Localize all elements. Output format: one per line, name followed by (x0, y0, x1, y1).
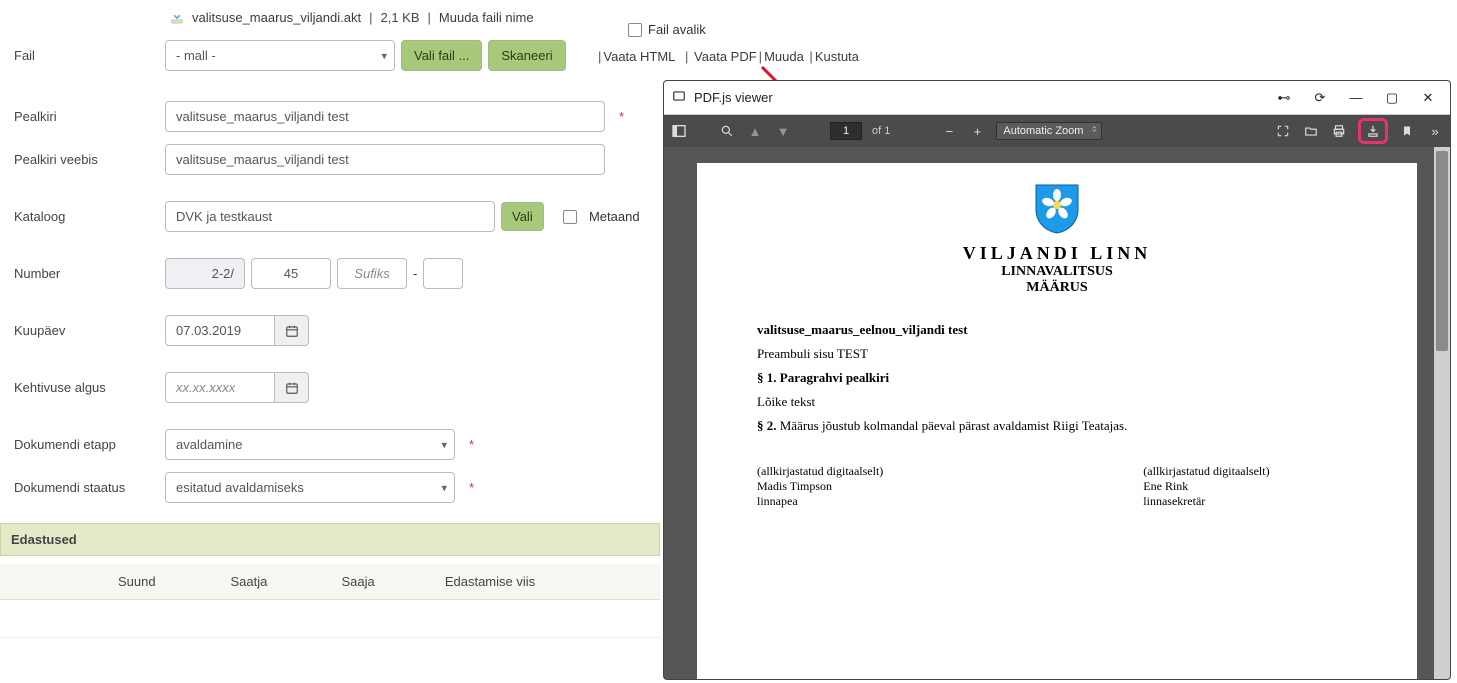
col-saatja: Saatja (222, 564, 333, 600)
separator: | (759, 49, 762, 64)
sig2-line2: Ene Rink (1143, 479, 1269, 494)
signature-right: (allkirjastatud digitaalselt) Ene Rink l… (1143, 464, 1269, 509)
page-number-input[interactable] (830, 122, 862, 140)
edastused-table: Suund Saatja Saaja Edastamise viis (0, 564, 660, 638)
doc-preamble: Preambuli sisu TEST (757, 346, 1357, 362)
doc-heading-1: VILJANDI LINN (757, 243, 1357, 264)
page-up-icon[interactable]: ▲ (746, 122, 764, 140)
download-icon[interactable] (1364, 122, 1382, 140)
page-count-text: of 1 (872, 125, 890, 137)
separator (677, 49, 681, 64)
sig1-line2: Madis Timpson (757, 479, 883, 494)
zoom-out-icon[interactable]: − (940, 122, 958, 140)
delete-link[interactable]: Kustuta (815, 49, 859, 64)
view-pdf-link[interactable]: Vaata PDF (694, 49, 757, 64)
number-value-input[interactable] (251, 258, 331, 289)
label-fail: Fail (0, 48, 165, 63)
window-minimize-button[interactable]: — (1342, 88, 1370, 108)
view-pdf-link-highlight: | Vaata PDF (683, 49, 757, 64)
scan-button[interactable]: Skaneeri (488, 40, 565, 71)
web-title-input[interactable] (165, 144, 605, 175)
catalog-pick-button[interactable]: Vali (501, 202, 544, 231)
doc-p2-text: Määrus jõustub kolmandal päeval pärast a… (777, 418, 1128, 433)
window-maximize-button[interactable]: ▢ (1378, 88, 1406, 108)
doc-title: valitsuse_maarus_eelnou_viljandi test (757, 322, 1357, 338)
sig1-line1: (allkirjastatud digitaalselt) (757, 464, 883, 479)
label-pealkiri-veebis: Pealkiri veebis (0, 152, 165, 167)
pdf-vertical-scrollbar[interactable] (1434, 147, 1450, 679)
catalog-input[interactable] (165, 201, 495, 232)
number-prefix-input[interactable] (165, 258, 245, 289)
window-pin-icon[interactable]: ⊷ (1270, 88, 1298, 108)
tools-menu-icon[interactable]: » (1426, 122, 1444, 140)
doc-heading-2: LINNAVALITSUS (757, 264, 1357, 280)
doc-loike: Lõike tekst (757, 394, 1357, 410)
validity-start-input[interactable] (165, 372, 275, 403)
label-kehtivuse-algus: Kehtivuse algus (0, 380, 165, 395)
page-down-icon[interactable]: ▼ (774, 122, 792, 140)
date-input[interactable] (165, 315, 275, 346)
number-dash: - (413, 266, 417, 281)
open-file-icon[interactable] (1302, 122, 1320, 140)
zoom-select[interactable]: Automatic Zoom (996, 122, 1102, 140)
validity-date-picker-button[interactable] (275, 372, 309, 403)
print-icon[interactable] (1330, 122, 1348, 140)
required-marker: * (469, 437, 474, 452)
crest-icon (757, 183, 1357, 235)
section-edastused: Edastused (0, 523, 660, 556)
metaand-label: Metaand (589, 209, 640, 224)
signature-row: (allkirjastatud digitaalselt) Madis Timp… (757, 464, 1357, 509)
pdf-page: VILJANDI LINN LINNAVALITSUS MÄÄRUS valit… (697, 163, 1417, 679)
col-saaja: Saaja (333, 564, 436, 600)
document-form: Fail - mall - Vali fail ... Skaneeri Pea… (0, 0, 660, 638)
choose-file-button[interactable]: Vali fail ... (401, 40, 482, 71)
doc-paragraph-1: § 1. Paragrahvi pealkiri (757, 370, 1357, 386)
zoom-in-icon[interactable]: + (968, 122, 986, 140)
col-viis: Edastamise viis (437, 564, 660, 600)
title-input[interactable] (165, 101, 605, 132)
separator: | (685, 49, 688, 64)
signature-left: (allkirjastatud digitaalselt) Madis Timp… (757, 464, 883, 509)
sig1-line3: linnapea (757, 494, 883, 509)
search-icon[interactable] (718, 122, 736, 140)
window-app-icon (672, 89, 686, 106)
label-kuupaev: Kuupäev (0, 323, 165, 338)
label-dok-staatus: Dokumendi staatus (0, 480, 165, 496)
label-number: Number (0, 266, 165, 281)
sig2-line1: (allkirjastatud digitaalselt) (1143, 464, 1269, 479)
bookmark-icon[interactable] (1398, 122, 1416, 140)
doc-paragraph-2: § 2. Määrus jõustub kolmandal päeval pär… (757, 418, 1357, 434)
sig2-line3: linnasekretär (1143, 494, 1269, 509)
edit-link[interactable]: Muuda (764, 49, 804, 64)
document-status-select[interactable]: esitatud avaldamiseks (165, 472, 455, 503)
window-title: PDF.js viewer (694, 90, 1262, 105)
window-titlebar: PDF.js viewer ⊷ ⟳ — ▢ ✕ (664, 81, 1450, 115)
presentation-icon[interactable] (1274, 122, 1292, 140)
doc-heading-3: MÄÄRUS (757, 280, 1357, 296)
document-stage-select[interactable]: avaldamine (165, 429, 455, 460)
metaand-checkbox[interactable] (563, 210, 577, 224)
pdf-viewer-window: PDF.js viewer ⊷ ⟳ — ▢ ✕ ▲ ▼ of 1 − + Aut… (663, 80, 1451, 680)
template-select[interactable]: - mall - (165, 40, 395, 71)
label-dok-etapp: Dokumendi etapp (0, 437, 165, 452)
window-close-button[interactable]: ✕ (1414, 88, 1442, 108)
pdf-toolbar: ▲ ▼ of 1 − + Automatic Zoom » (664, 115, 1450, 147)
label-kataloog: Kataloog (0, 209, 165, 224)
required-marker: * (469, 480, 474, 495)
label-pealkiri: Pealkiri (0, 109, 165, 124)
scrollbar-thumb[interactable] (1436, 151, 1448, 351)
download-highlight (1358, 118, 1388, 144)
required-marker: * (619, 109, 624, 124)
calendar-icon (285, 324, 299, 338)
col-suund: Suund (110, 564, 222, 600)
number-suffix-input[interactable] (337, 258, 407, 289)
doc-p2-prefix: § 2. (757, 418, 777, 433)
sidebar-toggle-icon[interactable] (670, 122, 688, 140)
calendar-icon (285, 381, 299, 395)
date-picker-button[interactable] (275, 315, 309, 346)
pdf-canvas[interactable]: VILJANDI LINN LINNAVALITSUS MÄÄRUS valit… (664, 147, 1450, 679)
window-refresh-icon[interactable]: ⟳ (1306, 88, 1334, 108)
number-extra-input[interactable] (423, 258, 463, 289)
separator: | (806, 49, 813, 64)
